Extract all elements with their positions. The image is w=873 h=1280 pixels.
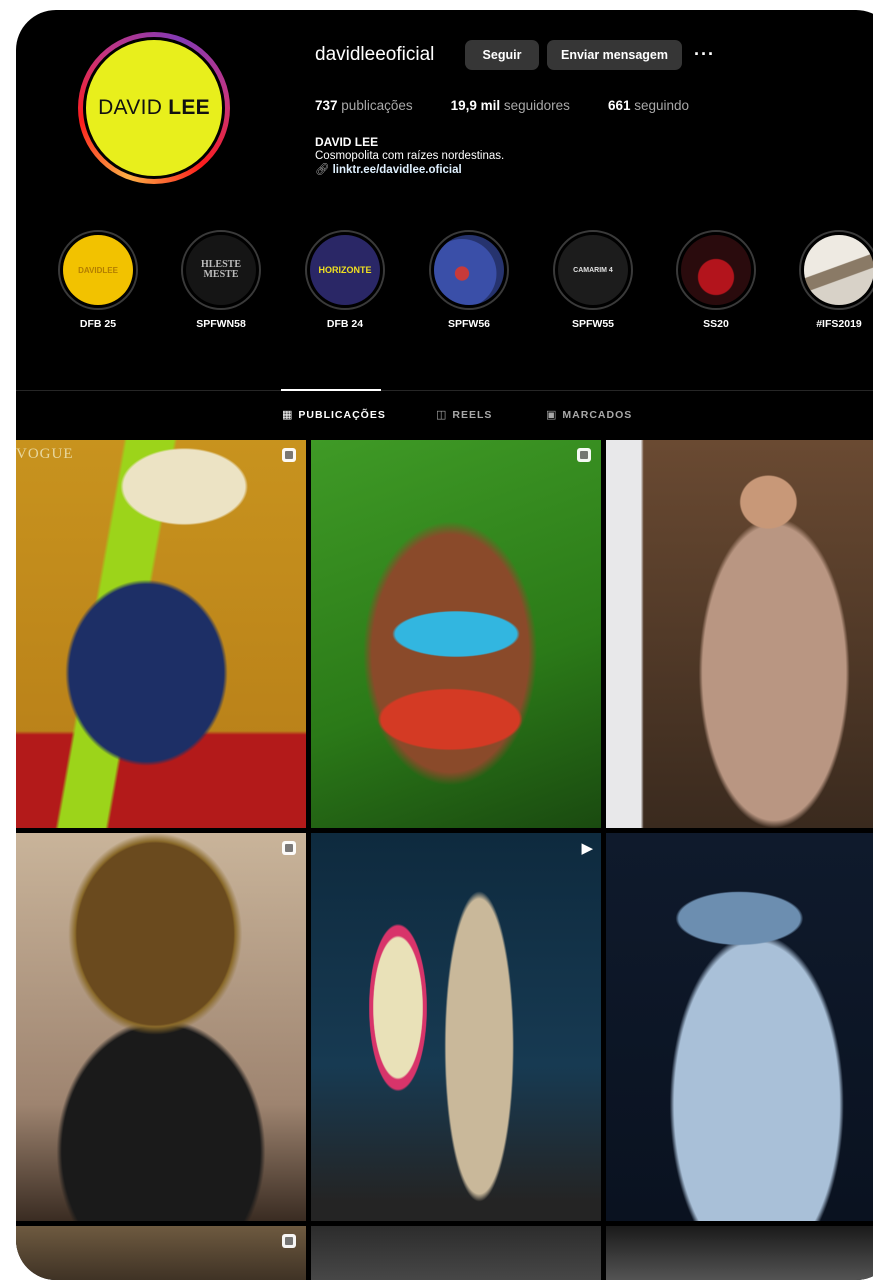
tagged-icon: ▣ [546,409,558,421]
highlight-ss20[interactable]: SS20 [673,230,759,330]
highlight-cover-text: HORIZONTE [310,235,380,305]
highlight-spfw55[interactable]: CAMARIM 4 SPFW55 [550,230,636,330]
post-thumbnail[interactable] [311,440,601,828]
tab-reels-label: REELS [452,408,493,421]
tab-reels[interactable]: ◫ REELS [436,408,493,422]
profile-page: DAVID LEE davidleeoficial Seguir Enviar … [16,10,873,1280]
post-thumbnail[interactable] [606,833,873,1221]
tabs-divider [16,390,873,391]
highlight-label: #IFS2019 [816,318,862,330]
username: davidleeoficial [315,44,435,65]
highlight-cover-text: HLESTE MESTE [186,235,256,305]
highlight-cover: CAMARIM 4 [553,230,633,310]
highlight-cover-text: DAVIDLEE [63,235,133,305]
post-thumbnail[interactable] [16,1226,306,1280]
posts-count: 737 publicações [315,98,413,113]
followers-count-value: 19,9 mil [450,98,501,113]
post-thumbnail[interactable] [16,833,306,1221]
reels-icon: ◫ [436,409,448,421]
following-count-label: seguindo [634,98,690,113]
tab-posts[interactable]: ▦ PUBLICAÇÕES [282,408,386,422]
highlight-dfb25[interactable]: DAVIDLEE DFB 25 [55,230,141,330]
profile-stats: 737 publicações 19,9 mil seguidores 661 … [315,98,727,113]
tab-posts-label: PUBLICAÇÕES [298,408,386,421]
carousel-icon [282,448,296,462]
followers-count[interactable]: 19,9 mil seguidores [451,98,570,113]
post-thumbnail[interactable] [606,1226,873,1280]
highlight-dfb24[interactable]: HORIZONTE DFB 24 [302,230,388,330]
post-overlay-text: VOGUE [16,446,74,462]
post-thumbnail[interactable] [606,440,873,828]
highlight-cover: DAVIDLEE [58,230,138,310]
bio-text: Cosmopolita com raízes nordestinas. [315,150,505,162]
reel-icon: ▶ [581,840,593,857]
bio-link-row[interactable]: 🔗︎ linktr.ee/davidlee.oficial [315,163,504,177]
highlight-spfwn58[interactable]: HLESTE MESTE SPFWN58 [178,230,264,330]
bio: DAVID LEE Cosmopolita com raízes nordest… [315,135,504,177]
highlight-label: SPFW55 [571,318,614,330]
bio-name: DAVID LEE [315,135,379,149]
send-message-button[interactable]: Enviar mensagem [547,40,682,70]
follow-button[interactable]: Seguir [465,40,539,70]
grid-icon: ▦ [282,409,294,421]
link-icon: 🔗︎ [315,164,330,176]
more-options-icon[interactable]: ··· [694,44,715,65]
avatar[interactable]: DAVID LEE [83,37,225,179]
highlight-cover-image [434,235,504,305]
carousel-icon [282,1234,296,1248]
highlight-cover-image [681,235,751,305]
post-thumbnail[interactable]: ▶ [311,833,601,1221]
highlight-cover [676,230,756,310]
following-count[interactable]: 661 seguindo [608,98,689,113]
active-tab-indicator [281,389,381,391]
posts-count-value: 737 [315,98,338,113]
highlight-cover-text: CAMARIM 4 [558,235,628,305]
highlight-cover: HORIZONTE [305,230,385,310]
avatar-text-light: DAVID [98,96,163,119]
avatar-text-bold: LEE [168,96,210,119]
carousel-icon [282,841,296,855]
highlight-cover [429,230,509,310]
tab-tagged-label: MARCADOS [562,408,633,421]
highlight-cover: HLESTE MESTE [181,230,261,310]
highlight-label: DFB 24 [326,318,364,330]
bio-link[interactable]: linktr.ee/davidlee.oficial [333,164,462,176]
post-thumbnail[interactable] [311,1226,601,1280]
highlight-label: DFB 25 [79,318,117,330]
highlight-label: SPFW56 [447,318,490,330]
highlight-label: SPFWN58 [196,318,246,330]
highlight-label: SS20 [703,318,729,330]
highlight-cover-image [804,235,873,305]
highlight-cover [799,230,873,310]
carousel-icon [577,448,591,462]
highlight-spfw56[interactable]: SPFW56 [426,230,512,330]
posts-count-label: publicações [341,98,413,113]
followers-count-label: seguidores [503,98,570,113]
story-ring[interactable]: DAVID LEE [78,32,230,184]
following-count-value: 661 [607,98,631,113]
highlight-ifs2019[interactable]: #IFS2019 [796,230,873,330]
post-thumbnail[interactable]: VOGUE [16,440,306,828]
tab-tagged[interactable]: ▣ MARCADOS [546,408,633,422]
